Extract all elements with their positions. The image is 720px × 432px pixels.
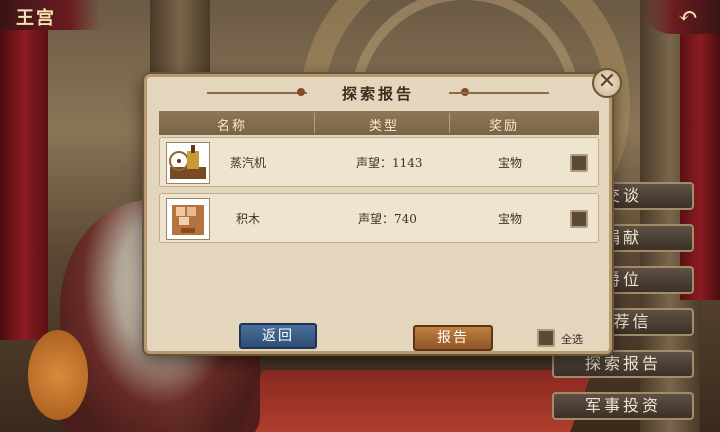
side-menu-exploration-report[interactable]: 探索报告 — [552, 350, 694, 378]
item-name: 积木 — [236, 212, 261, 226]
character-hair — [28, 330, 88, 420]
curtain-left — [0, 0, 48, 340]
select-all-checkbox[interactable] — [537, 329, 555, 347]
item-type: 声望：1143 — [356, 156, 423, 170]
row-checkbox[interactable] — [570, 154, 588, 172]
item-name: 蒸汽机 — [230, 156, 267, 170]
wooden-blocks-icon — [166, 198, 210, 240]
item-reward: 宝物 — [498, 212, 523, 226]
table-header: 名称 类型 奖励 — [159, 111, 599, 135]
report-button[interactable]: 报告 — [413, 325, 493, 351]
page-title-plate: 王宫 — [0, 0, 100, 30]
column-divider — [314, 113, 315, 133]
column-header-type: 类型 — [369, 119, 400, 134]
back-arrow-icon: ↶ — [677, 2, 698, 30]
side-menu-military-investment[interactable]: 军事投资 — [552, 392, 694, 420]
close-icon[interactable]: ✕ — [592, 68, 622, 98]
row-checkbox[interactable] — [570, 210, 588, 228]
table-row: 蒸汽机 声望：1143 宝物 — [159, 137, 599, 187]
column-divider — [449, 113, 450, 133]
report-list: 蒸汽机 声望：1143 宝物 积木 声望：740 宝物 — [159, 137, 599, 319]
exploration-report-dialog: 探索报告 名称 类型 奖励 蒸汽机 声望：1143 宝物 积木 声望：740 宝… — [144, 74, 612, 354]
column-header-reward: 奖励 — [489, 119, 520, 134]
item-reward: 宝物 — [498, 156, 523, 170]
header-ornament-right — [449, 92, 549, 94]
item-type: 声望：740 — [358, 212, 417, 226]
return-button[interactable]: 返回 — [239, 323, 317, 349]
table-row: 积木 声望：740 宝物 — [159, 193, 599, 243]
steam-engine-icon — [166, 142, 210, 184]
red-carpet — [237, 370, 593, 432]
page-title: 王宫 — [16, 8, 56, 29]
curtain-right — [680, 0, 720, 300]
select-all-label: 全选 — [561, 333, 583, 346]
dialog-header: 探索报告 — [147, 77, 609, 109]
column-header-name: 名称 — [217, 119, 248, 134]
